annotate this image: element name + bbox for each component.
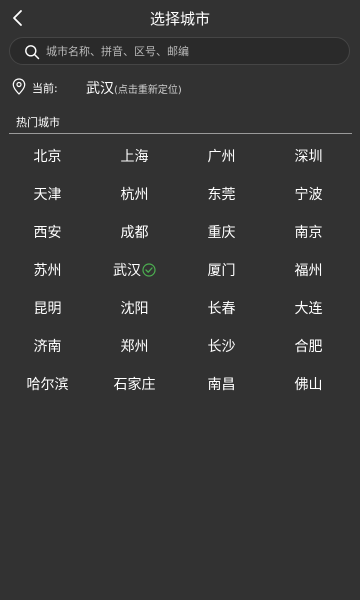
- hot-cities-grid: 北京 上海 广州 深圳天津 杭州 东莞 宁波西安 成都 重庆 南京苏州 武汉 厦门 福州昆明 沈阳 长春 大连…: [4, 137, 352, 403]
- city-name: 成都: [120, 225, 149, 241]
- city-item[interactable]: 合肥: [265, 327, 352, 365]
- city-name: 沈阳: [120, 301, 149, 317]
- city-name: 郑州: [120, 339, 149, 355]
- header-bar: 选择城市: [0, 0, 360, 36]
- city-item[interactable]: 北京: [4, 137, 91, 175]
- city-name: 长春: [207, 301, 236, 317]
- city-item[interactable]: 郑州: [91, 327, 178, 365]
- city-item[interactable]: 深圳: [265, 137, 352, 175]
- city-item[interactable]: 昆明: [4, 289, 91, 327]
- city-name: 北京: [33, 149, 62, 165]
- city-item[interactable]: 天津: [4, 175, 91, 213]
- city-name: 东莞: [207, 187, 236, 203]
- city-item[interactable]: 苏州: [4, 251, 91, 289]
- city-name: 昆明: [33, 301, 62, 317]
- city-item[interactable]: 大连: [265, 289, 352, 327]
- city-name: 重庆: [207, 225, 236, 241]
- city-name: 天津: [33, 187, 62, 203]
- city-item[interactable]: 福州: [265, 251, 352, 289]
- city-name: 西安: [33, 225, 62, 241]
- city-name: 深圳: [294, 149, 323, 165]
- city-item[interactable]: 沈阳: [91, 289, 178, 327]
- city-item[interactable]: 成都: [91, 213, 178, 251]
- map-pin-icon: [12, 78, 26, 95]
- city-item[interactable]: 重庆: [178, 213, 265, 251]
- city-item[interactable]: 济南: [4, 327, 91, 365]
- city-name: 上海: [120, 149, 149, 165]
- city-item[interactable]: 佛山: [265, 365, 352, 403]
- city-name: 大连: [294, 301, 323, 317]
- city-item[interactable]: 哈尔滨: [4, 365, 91, 403]
- city-name: 杭州: [120, 187, 149, 203]
- city-name: 济南: [33, 339, 62, 355]
- city-item[interactable]: 广州: [178, 137, 265, 175]
- city-item[interactable]: 宁波: [265, 175, 352, 213]
- city-name: 广州: [207, 149, 236, 165]
- city-item[interactable]: 上海: [91, 137, 178, 175]
- city-item[interactable]: 厦门: [178, 251, 265, 289]
- city-name: 哈尔滨: [26, 377, 69, 393]
- city-name: 宁波: [294, 187, 323, 203]
- city-item[interactable]: 南京: [265, 213, 352, 251]
- city-item[interactable]: 南昌: [178, 365, 265, 403]
- city-item[interactable]: 西安: [4, 213, 91, 251]
- city-item[interactable]: 长沙: [178, 327, 265, 365]
- city-name: 石家庄: [113, 377, 156, 393]
- current-location-label: 当前:: [32, 82, 58, 95]
- section-divider: [9, 133, 352, 134]
- city-name: 南昌: [207, 377, 236, 393]
- page-title: 选择城市: [149, 10, 210, 28]
- city-item[interactable]: 东莞: [178, 175, 265, 213]
- city-item[interactable]: 长春: [178, 289, 265, 327]
- city-name: 苏州: [33, 263, 62, 279]
- current-city-name: 武汉: [86, 81, 114, 97]
- search-icon: [25, 45, 40, 60]
- hot-cities-title: 热门城市: [16, 116, 60, 129]
- city-item[interactable]: 武汉: [91, 251, 178, 289]
- city-item[interactable]: 石家庄: [91, 365, 178, 403]
- relocate-hint: (点击重新定位): [114, 85, 182, 96]
- city-name: 佛山: [294, 377, 323, 393]
- city-name: 福州: [294, 263, 323, 279]
- city-name: 长沙: [207, 339, 236, 355]
- city-name: 厦门: [207, 263, 236, 279]
- city-name: 武汉: [113, 263, 141, 279]
- city-name: 合肥: [294, 339, 323, 355]
- check-circle-icon: [142, 263, 156, 277]
- relocate-button[interactable]: 武汉(点击重新定位): [86, 78, 182, 98]
- search-bar[interactable]: [9, 37, 350, 65]
- search-input[interactable]: [46, 38, 336, 64]
- city-name: 南京: [294, 225, 323, 241]
- city-item[interactable]: 杭州: [91, 175, 178, 213]
- current-location-row: 当前: 武汉(点击重新定位): [12, 76, 352, 98]
